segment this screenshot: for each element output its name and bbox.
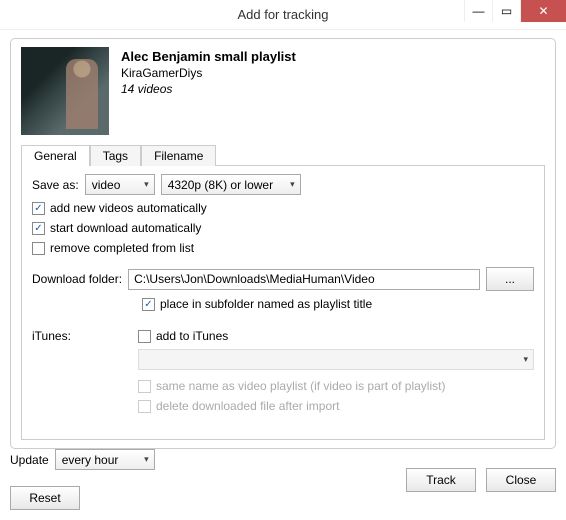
format-select[interactable]: video	[85, 174, 155, 195]
maximize-button[interactable]: ▭	[492, 0, 520, 22]
remove-completed-label: remove completed from list	[50, 241, 194, 255]
quality-select[interactable]: 4320p (8K) or lower	[161, 174, 301, 195]
playlist-thumbnail	[21, 47, 109, 135]
tab-general[interactable]: General	[21, 145, 90, 166]
main-panel: Alec Benjamin small playlist KiraGamerDi…	[10, 38, 556, 449]
track-button[interactable]: Track	[406, 468, 476, 492]
save-as-label: Save as:	[32, 178, 79, 192]
playlist-info: Alec Benjamin small playlist KiraGamerDi…	[121, 47, 296, 135]
footer-bar: Update every hour Reset Track Close	[10, 449, 556, 510]
delete-after-checkbox	[138, 400, 151, 413]
window-title: Add for tracking	[237, 7, 328, 22]
reset-button[interactable]: Reset	[10, 486, 80, 510]
add-itunes-checkbox[interactable]	[138, 330, 151, 343]
start-download-label: start download automatically	[50, 221, 201, 235]
tab-content-general: Save as: video 4320p (8K) or lower ✓ add…	[21, 165, 545, 440]
add-itunes-label: add to iTunes	[156, 329, 228, 343]
download-folder-input[interactable]	[128, 269, 480, 290]
download-folder-label: Download folder:	[32, 272, 122, 286]
remove-completed-checkbox[interactable]	[32, 242, 45, 255]
tab-tags[interactable]: Tags	[90, 145, 141, 166]
playlist-header: Alec Benjamin small playlist KiraGamerDi…	[21, 47, 545, 135]
playlist-video-count: 14 videos	[121, 82, 296, 96]
playlist-author: KiraGamerDiys	[121, 66, 296, 80]
place-subfolder-label: place in subfolder named as playlist tit…	[160, 297, 372, 311]
same-name-checkbox	[138, 380, 151, 393]
update-interval-select[interactable]: every hour	[55, 449, 155, 470]
add-new-checkbox[interactable]: ✓	[32, 202, 45, 215]
itunes-label: iTunes:	[32, 329, 132, 343]
same-name-label: same name as video playlist (if video is…	[156, 379, 445, 393]
browse-button[interactable]: ...	[486, 267, 534, 291]
close-button[interactable]: ✕	[520, 0, 566, 22]
titlebar: Add for tracking — ▭ ✕	[0, 0, 566, 30]
minimize-button[interactable]: —	[464, 0, 492, 22]
tabs: General Tags Filename	[21, 145, 545, 166]
place-subfolder-checkbox[interactable]: ✓	[142, 298, 155, 311]
add-new-label: add new videos automatically	[50, 201, 207, 215]
delete-after-label: delete downloaded file after import	[156, 399, 339, 413]
window-controls: — ▭ ✕	[464, 0, 566, 22]
playlist-title: Alec Benjamin small playlist	[121, 49, 296, 64]
itunes-playlist-select	[138, 349, 534, 370]
start-download-checkbox[interactable]: ✓	[32, 222, 45, 235]
close-dialog-button[interactable]: Close	[486, 468, 556, 492]
tab-filename[interactable]: Filename	[141, 145, 216, 166]
update-label: Update	[10, 453, 49, 467]
